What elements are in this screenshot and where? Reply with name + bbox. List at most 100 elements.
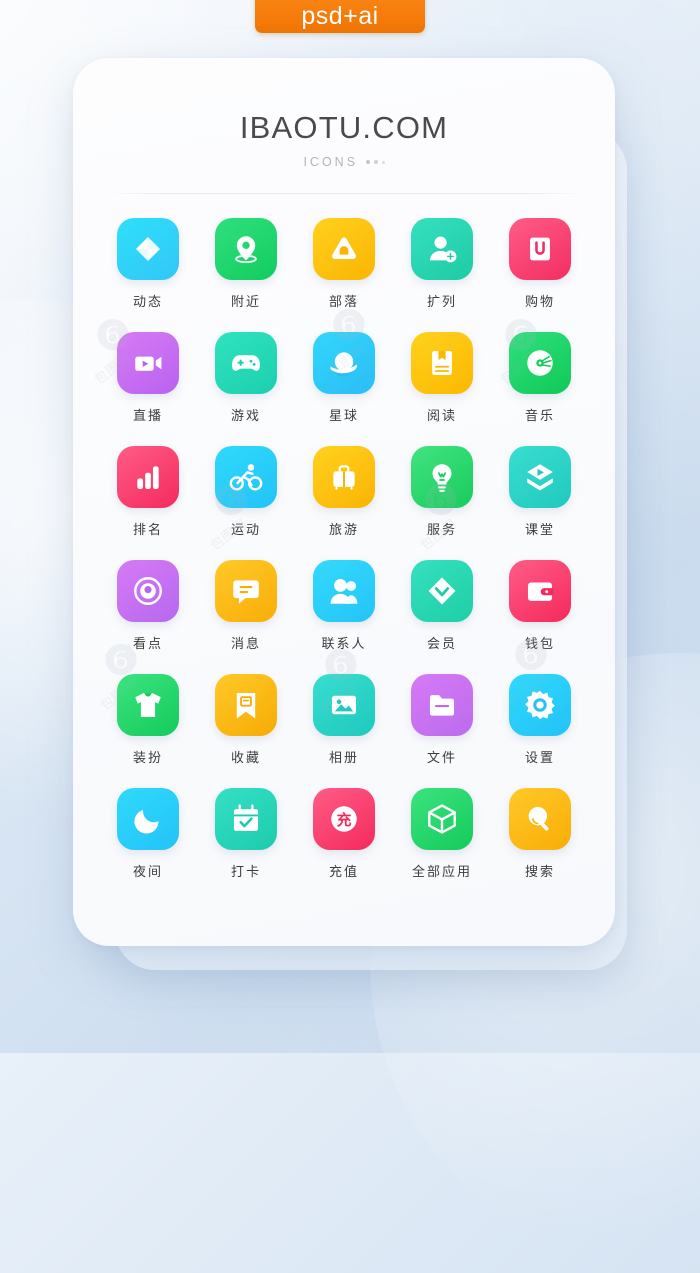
icon-label: 排名: [132, 523, 163, 538]
icon-cell-部落[interactable]: 部落: [295, 218, 393, 310]
icon-label: 设置: [524, 751, 555, 766]
icon-cell-消息[interactable]: 消息: [197, 560, 295, 652]
icon-label: 部落: [328, 295, 359, 310]
icon-cell-收藏[interactable]: 收藏: [197, 674, 295, 766]
icon-set-card: IBAOTU.COM ICONS 动态 附近 部落 扩列 购物直播 游戏 星球 阅读 音乐排名 运…: [73, 58, 615, 946]
icon-cell-服务[interactable]: 服务: [393, 446, 491, 538]
chat-bubble-icon[interactable]: [215, 560, 277, 622]
luggage-icon[interactable]: [313, 446, 375, 508]
subtitle-text: ICONS: [303, 155, 359, 169]
tribe-tent-icon[interactable]: [313, 218, 375, 280]
icon-label: 搜索: [524, 865, 555, 880]
icon-cell-扩列[interactable]: 扩列: [393, 218, 491, 310]
icon-label: 夜间: [132, 865, 163, 880]
moon-icon[interactable]: [117, 788, 179, 850]
icon-cell-排名[interactable]: 排名: [99, 446, 197, 538]
eye-circle-icon[interactable]: [117, 560, 179, 622]
icon-cell-看点[interactable]: 看点: [99, 560, 197, 652]
cube-icon[interactable]: [411, 788, 473, 850]
lightbulb-icon[interactable]: [411, 446, 473, 508]
live-video-icon[interactable]: [117, 332, 179, 394]
header-divider: [103, 193, 585, 194]
music-disc-icon[interactable]: [509, 332, 571, 394]
svg-text:充: 充: [337, 811, 352, 829]
folder-icon[interactable]: [411, 674, 473, 736]
icon-cell-充值[interactable]: 充充值: [295, 788, 393, 880]
icon-cell-动态[interactable]: 动态: [99, 218, 197, 310]
icon-cell-联系人[interactable]: 联系人: [295, 560, 393, 652]
icon-label: 看点: [132, 637, 163, 652]
icon-label: 课堂: [524, 523, 555, 538]
icon-label: 扩列: [426, 295, 457, 310]
format-tag: psd+ai: [255, 0, 425, 33]
diamond-vip-icon[interactable]: [411, 560, 473, 622]
icon-label: 文件: [426, 751, 457, 766]
bar-chart-icon[interactable]: [117, 446, 179, 508]
calendar-check-icon[interactable]: [215, 788, 277, 850]
icon-cell-全部应用[interactable]: 全部应用: [393, 788, 491, 880]
cyclist-icon[interactable]: [215, 446, 277, 508]
photo-icon[interactable]: [313, 674, 375, 736]
icon-cell-课堂[interactable]: 课堂: [491, 446, 589, 538]
dots-ornament-icon: [366, 160, 385, 164]
search-icon[interactable]: [509, 788, 571, 850]
icon-cell-搜索[interactable]: 搜索: [491, 788, 589, 880]
icon-cell-游戏[interactable]: 游戏: [197, 332, 295, 424]
icon-label: 附近: [230, 295, 261, 310]
shopping-u-icon[interactable]: [509, 218, 571, 280]
icon-label: 联系人: [321, 637, 367, 652]
page-subtitle: ICONS: [73, 155, 615, 169]
icon-label: 消息: [230, 637, 261, 652]
gamepad-icon[interactable]: [215, 332, 277, 394]
icon-label: 会员: [426, 637, 457, 652]
icon-label: 钱包: [524, 637, 555, 652]
icon-cell-装扮[interactable]: 装扮: [99, 674, 197, 766]
icon-label: 充值: [328, 865, 359, 880]
icon-cell-文件[interactable]: 文件: [393, 674, 491, 766]
icon-cell-夜间[interactable]: 夜间: [99, 788, 197, 880]
planet-icon[interactable]: [313, 332, 375, 394]
wallet-icon[interactable]: [509, 560, 571, 622]
bookmark-icon[interactable]: [215, 674, 277, 736]
icon-label: 旅游: [328, 523, 359, 538]
contacts-icon[interactable]: [313, 560, 375, 622]
icon-cell-相册[interactable]: 相册: [295, 674, 393, 766]
icon-cell-购物[interactable]: 购物: [491, 218, 589, 310]
card-header: IBAOTU.COM ICONS: [73, 58, 615, 169]
pinwheel-icon[interactable]: [117, 218, 179, 280]
graduation-play-icon[interactable]: [509, 446, 571, 508]
icon-cell-直播[interactable]: 直播: [99, 332, 197, 424]
icon-cell-附近[interactable]: 附近: [197, 218, 295, 310]
icon-label: 游戏: [230, 409, 261, 424]
icon-grid: 动态 附近 部落 扩列 购物直播 游戏 星球 阅读 音乐排名 运动 旅游 服务 课堂看点 消息 联系人 会员 钱…: [73, 218, 615, 880]
icon-label: 购物: [524, 295, 555, 310]
icon-label: 打卡: [230, 865, 261, 880]
icon-label: 相册: [328, 751, 359, 766]
icon-label: 装扮: [132, 751, 163, 766]
icon-cell-星球[interactable]: 星球: [295, 332, 393, 424]
add-friend-icon[interactable]: [411, 218, 473, 280]
icon-cell-会员[interactable]: 会员: [393, 560, 491, 652]
icon-cell-设置[interactable]: 设置: [491, 674, 589, 766]
book-icon[interactable]: [411, 332, 473, 394]
icon-label: 服务: [426, 523, 457, 538]
icon-label: 收藏: [230, 751, 261, 766]
icon-cell-钱包[interactable]: 钱包: [491, 560, 589, 652]
icon-label: 直播: [132, 409, 163, 424]
icon-cell-阅读[interactable]: 阅读: [393, 332, 491, 424]
icon-cell-打卡[interactable]: 打卡: [197, 788, 295, 880]
icon-label: 动态: [132, 295, 163, 310]
gear-icon[interactable]: [509, 674, 571, 736]
icon-cell-运动[interactable]: 运动: [197, 446, 295, 538]
tshirt-icon[interactable]: [117, 674, 179, 736]
page-title: IBAOTU.COM: [239, 110, 449, 145]
icon-label: 运动: [230, 523, 261, 538]
icon-cell-旅游[interactable]: 旅游: [295, 446, 393, 538]
recharge-icon[interactable]: 充: [313, 788, 375, 850]
icon-label: 阅读: [426, 409, 457, 424]
location-pin-icon[interactable]: [215, 218, 277, 280]
icon-label: 全部应用: [411, 865, 472, 880]
icon-cell-音乐[interactable]: 音乐: [491, 332, 589, 424]
icon-label: 音乐: [524, 409, 555, 424]
icon-label: 星球: [328, 409, 359, 424]
